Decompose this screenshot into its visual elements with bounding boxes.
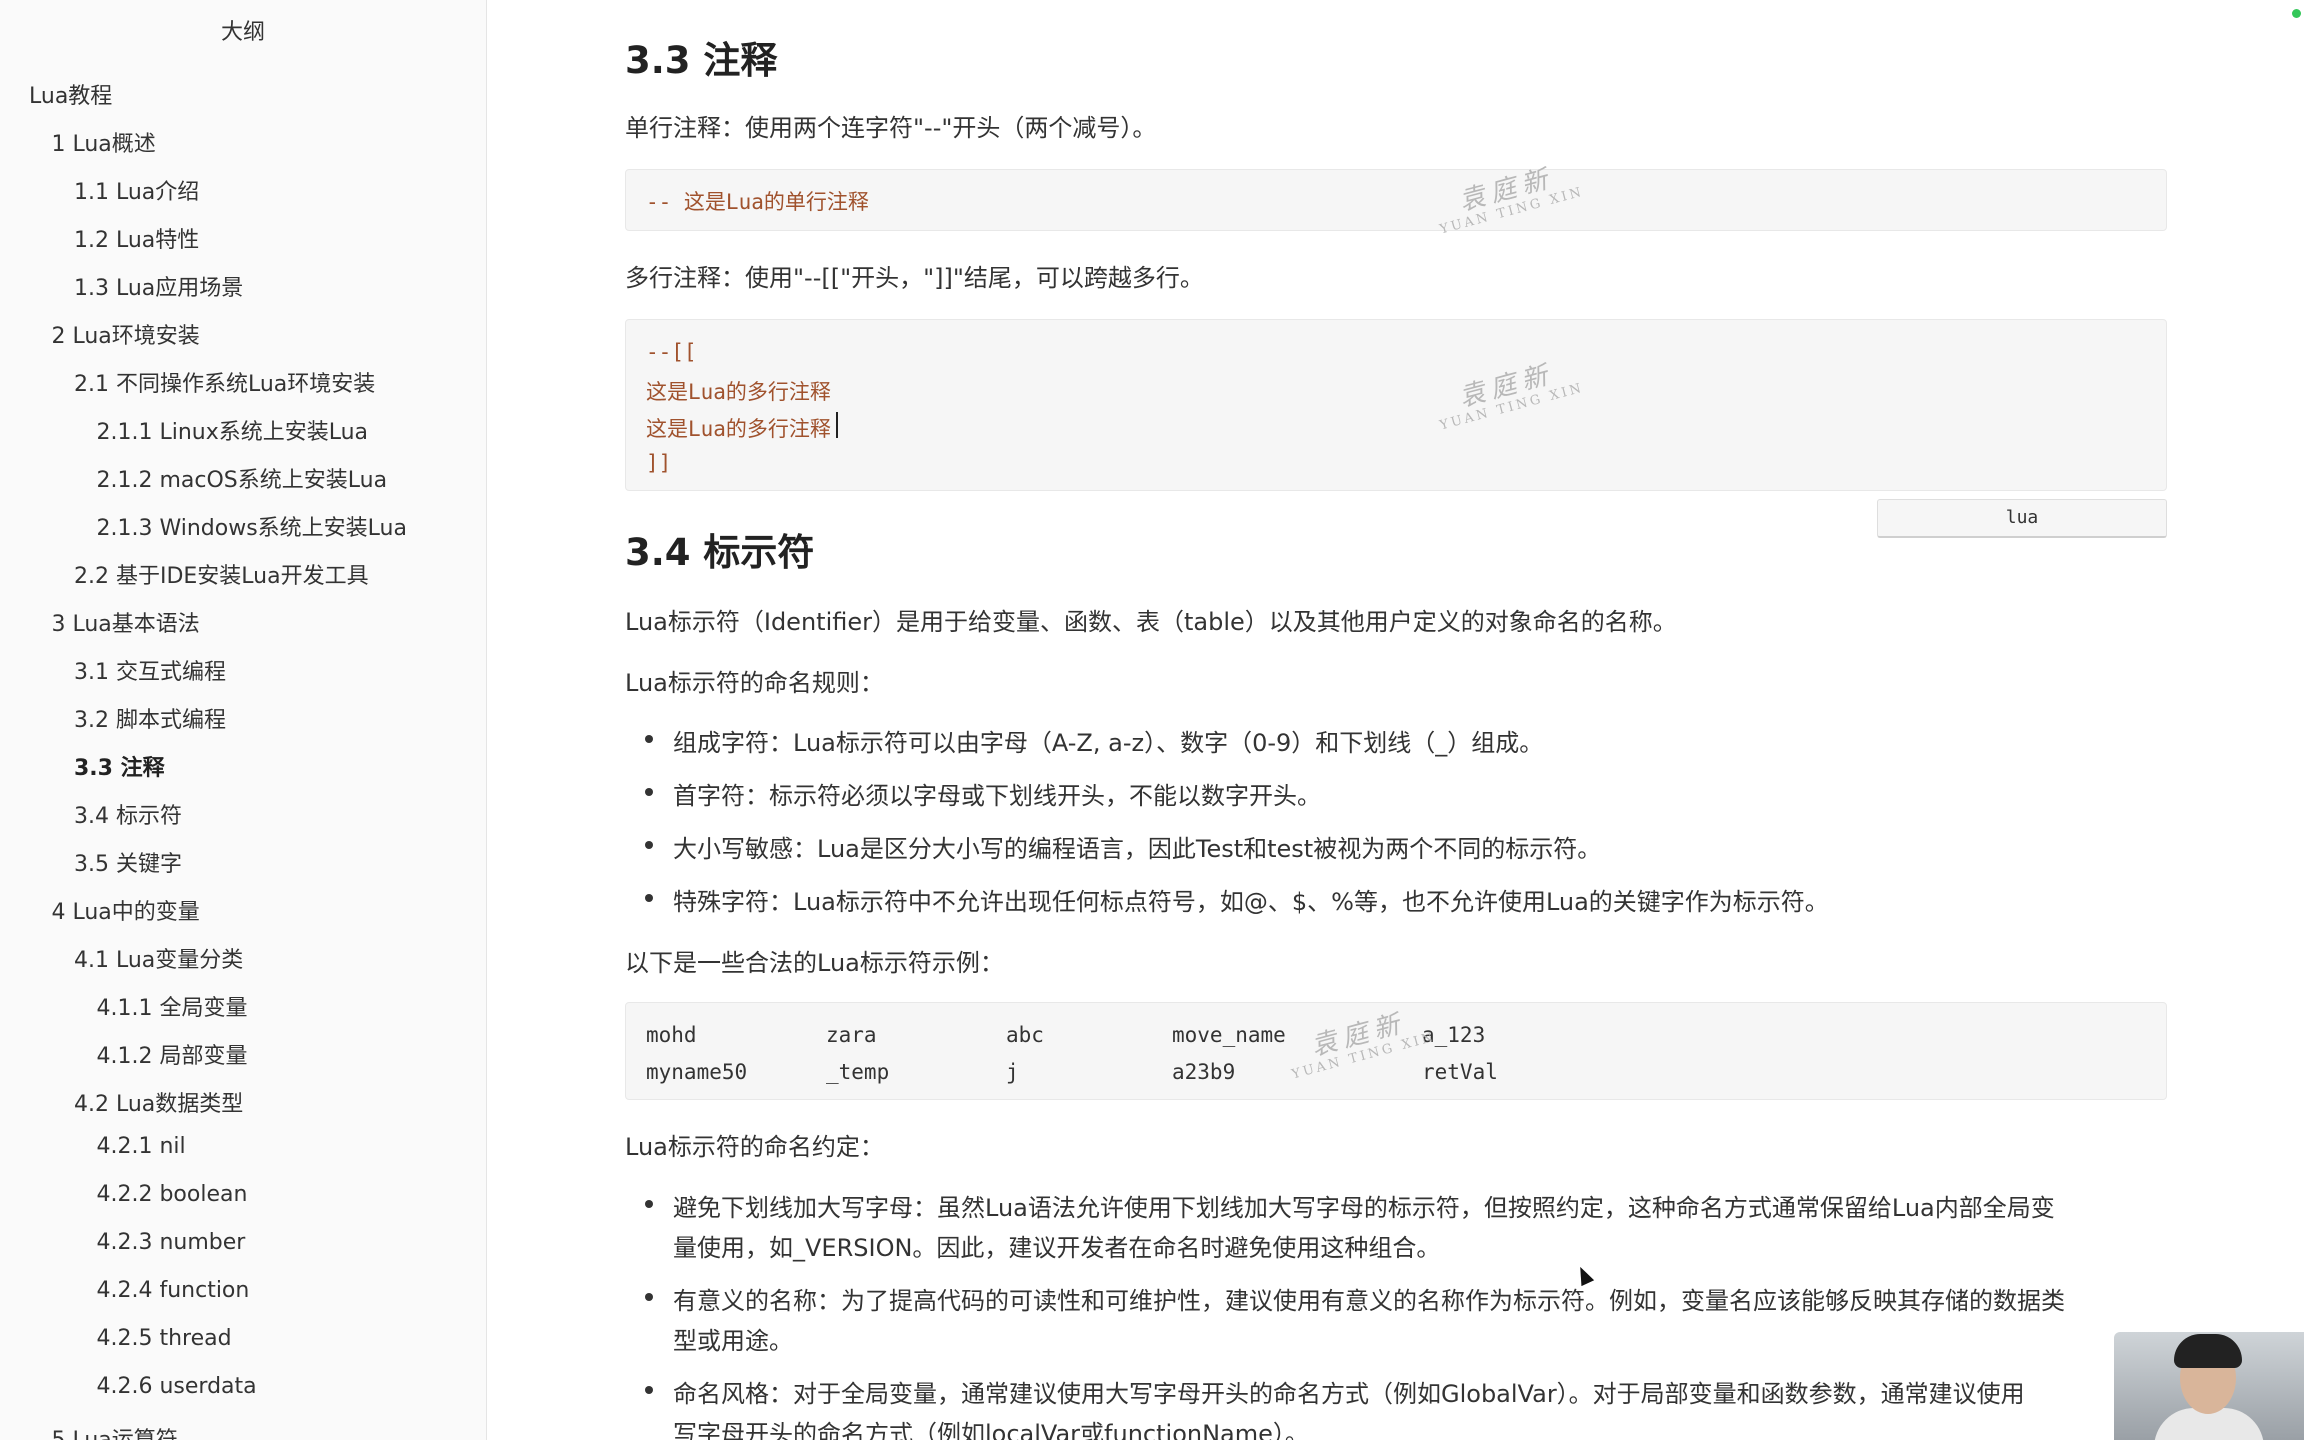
code-token: abc — [1006, 1023, 1044, 1047]
bullet-icon — [645, 1200, 653, 1208]
list-item: 组成字符：Lua标示符可以由字母（A-Z, a-z）、数字（0-9）和下划线（_… — [673, 729, 1544, 757]
rules-title: Lua标示符的命名规则： — [625, 669, 884, 697]
outline-item[interactable]: 1.1 Lua介绍 — [74, 174, 199, 206]
code-token: _temp — [826, 1060, 890, 1084]
webcam-overlay — [2114, 1332, 2304, 1440]
identifier-examples-code-block[interactable]: mohd zara abc move_name a_123 myname50 _… — [625, 1002, 2167, 1100]
presenter-hair — [2174, 1334, 2242, 1368]
code-token: mohd — [646, 1023, 697, 1047]
list-item-continuation: 写字母开头的命名方式（例如localVar或functionName）。 — [673, 1420, 1309, 1440]
bullet-icon — [645, 841, 653, 849]
watermark: 袁庭新 YUAN TING XIN — [1438, 163, 1586, 238]
bullet-icon — [645, 894, 653, 902]
outline-item[interactable]: 2.1.3 Windows系统上安装Lua — [97, 510, 407, 542]
bullet-icon — [645, 1293, 653, 1301]
outline-item[interactable]: 2.2 基于IDE安装Lua开发工具 — [74, 558, 369, 590]
single-line-comment-desc: 单行注释：使用两个连字符"--"开头（两个减号）。 — [625, 114, 1157, 142]
identifier-intro: Lua标示符（Identifier）是用于给变量、函数、表（table）以及其他… — [625, 608, 1677, 636]
code-token: retVal — [1422, 1060, 1498, 1084]
list-item: 有意义的名称：为了提高代码的可读性和可维护性，建议使用有意义的名称作为标示符。例… — [673, 1287, 2065, 1315]
outline-item[interactable]: 3.4 标示符 — [74, 798, 182, 830]
code-line: 这是Lua的多行注释 — [646, 380, 831, 404]
document-body[interactable]: 3.3 注释 单行注释：使用两个连字符"--"开头（两个减号）。 -- 这是Lu… — [487, 0, 2304, 1440]
outline-item[interactable]: 4.2.1 nil — [97, 1134, 186, 1159]
code-token: move_name — [1172, 1023, 1286, 1047]
outline-item[interactable]: 3 Lua基本语法 — [52, 606, 200, 638]
outline-item[interactable]: 1.3 Lua应用场景 — [74, 270, 243, 302]
outline-item[interactable]: Lua教程 — [29, 78, 112, 110]
code-token: a23b9 — [1172, 1060, 1236, 1084]
list-item: 特殊字符：Lua标示符中不允许出现任何标点符号，如@、$、%等，也不允许使用Lu… — [673, 888, 1829, 916]
code-token: j — [1006, 1060, 1019, 1084]
outline-item[interactable]: 2 Lua环境安装 — [52, 318, 200, 350]
list-item-continuation: 量使用，如_VERSION。因此，建议开发者在命名时避免使用这种组合。 — [673, 1234, 1441, 1262]
outline-item[interactable]: 4.1 Lua变量分类 — [74, 942, 243, 974]
list-item: 避免下划线加大写字母：虽然Lua语法允许使用下划线加大写字母的标示符，但按照约定… — [673, 1194, 2055, 1222]
watermark: 袁庭新 YUAN TING XIN — [1438, 359, 1586, 434]
code-token: zara — [826, 1023, 877, 1047]
code-language-selector[interactable]: lua — [1877, 499, 2167, 538]
list-item: 命名风格：对于全局变量，通常建议使用大写字母开头的命名方式（例如GlobalVa… — [673, 1380, 2025, 1408]
outline-item[interactable]: 3.1 交互式编程 — [74, 654, 226, 686]
watermark: 袁庭新 YUAN TING XIN — [1290, 1008, 1438, 1083]
bullet-icon — [645, 788, 653, 796]
outline-item[interactable]: 4.2.3 number — [97, 1230, 246, 1255]
outline-item[interactable]: 1 Lua概述 — [52, 126, 156, 158]
outline-item[interactable]: 3.2 脚本式编程 — [74, 702, 226, 734]
list-item: 首字符：标示符必须以字母或下划线开头，不能以数字开头。 — [673, 782, 1321, 810]
status-indicator-icon — [2292, 9, 2301, 18]
outline-item[interactable]: 3.5 关键字 — [74, 846, 182, 878]
outline-item[interactable]: 3.3 注释 — [74, 750, 165, 782]
outline-item[interactable]: 4 Lua中的变量 — [52, 894, 200, 926]
single-line-code-block[interactable]: -- 这是Lua的单行注释 袁庭新 YUAN TING XIN — [625, 163, 2167, 237]
outline-item[interactable]: 4.1.1 全局变量 — [97, 990, 248, 1022]
examples-title: 以下是一些合法的Lua标示符示例： — [625, 949, 1004, 977]
outline-item[interactable]: 4.2.4 function — [97, 1278, 250, 1303]
outline-item[interactable]: 1.2 Lua特性 — [74, 222, 199, 254]
multi-line-comment-desc: 多行注释：使用"--[["开头，"]]"结尾，可以跨越多行。 — [625, 264, 1204, 292]
code-line: --[[ — [646, 340, 697, 364]
outline-item[interactable]: 2.1 不同操作系统Lua环境安装 — [74, 366, 375, 398]
code-token: myname50 — [646, 1060, 748, 1084]
list-item: 大小写敏感：Lua是区分大小写的编程语言，因此Test和test被视为两个不同的… — [673, 835, 1602, 863]
bullet-icon — [645, 735, 653, 743]
outline-title: 大纲 — [220, 20, 265, 45]
outline-item[interactable]: 4.2.6 userdata — [97, 1374, 257, 1399]
outline-item[interactable]: 4.1.2 局部变量 — [97, 1038, 248, 1070]
outline-item[interactable]: 4.2 Lua数据类型 — [74, 1086, 243, 1118]
conventions-title: Lua标示符的命名约定： — [625, 1133, 884, 1161]
bullet-icon — [645, 1386, 653, 1394]
code-line: -- 这是Lua的单行注释 — [646, 190, 869, 214]
code-line: ]] — [646, 451, 672, 475]
multi-line-code-block[interactable]: --[[ 这是Lua的多行注释 这是Lua的多行注释 ]] 袁庭新 YUAN TI… — [625, 319, 2167, 491]
text-cursor — [836, 412, 838, 438]
heading-identifiers: 3.4 标示符 — [625, 531, 815, 574]
code-line: 这是Lua的多行注释 — [646, 417, 831, 441]
outline-item[interactable]: 4.2.5 thread — [97, 1326, 232, 1351]
outline-item[interactable]: 5 Lua运算符 — [52, 1422, 178, 1440]
outline-item[interactable]: 2.1.2 macOS系统上安装Lua — [97, 462, 388, 494]
outline-item[interactable]: 4.2.2 boolean — [97, 1182, 248, 1207]
list-item-continuation: 型或用途。 — [673, 1327, 793, 1355]
outline-item[interactable]: 2.1.1 Linux系统上安装Lua — [97, 414, 369, 446]
heading-comments: 3.3 注释 — [625, 39, 778, 82]
outline-sidebar: 大纲 Lua教程 1 Lua概述 1.1 Lua介绍 1.2 Lua特性 1.3 Lua… — [0, 0, 487, 1440]
